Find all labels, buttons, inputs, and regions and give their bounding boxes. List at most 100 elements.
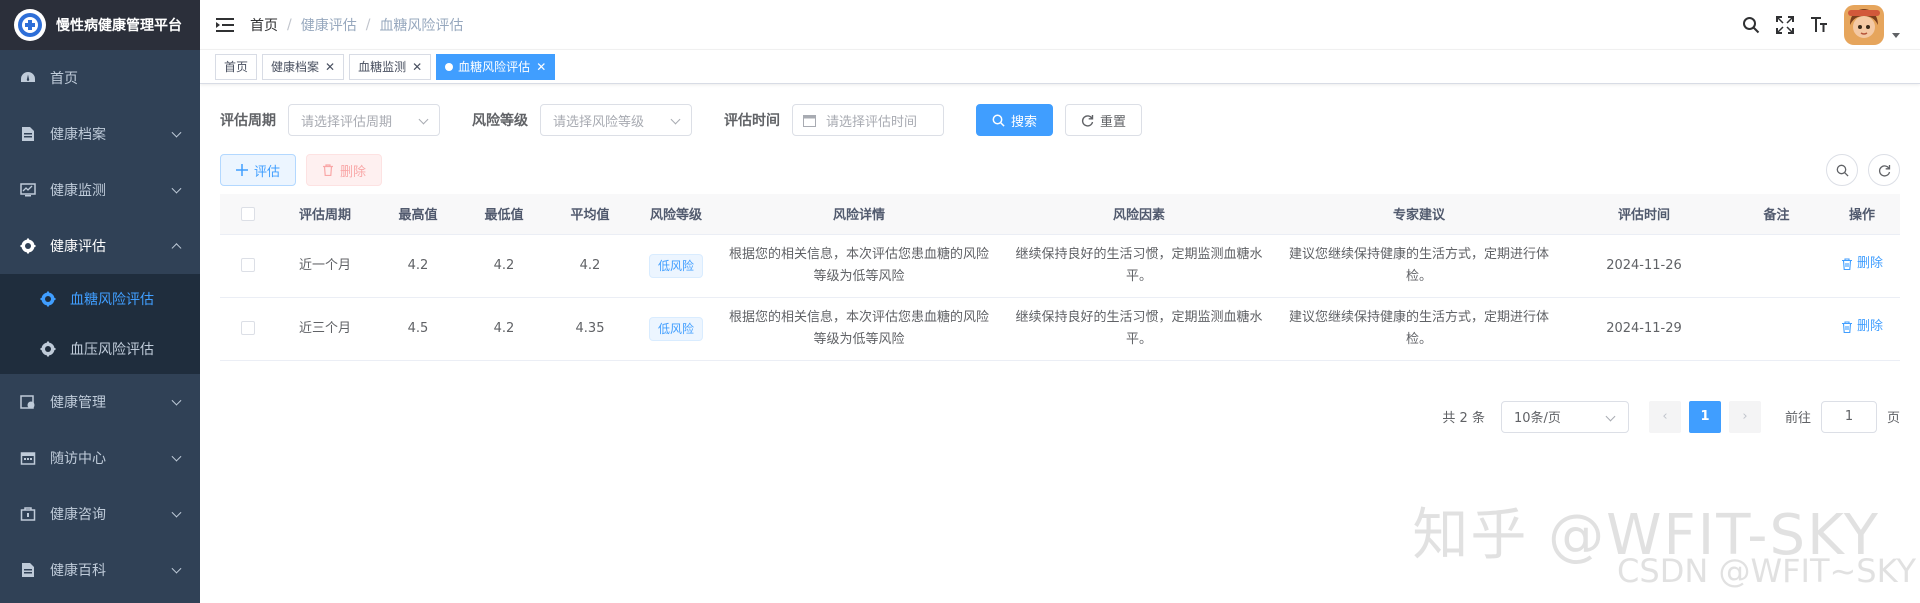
close-icon[interactable]: ✕: [536, 60, 546, 74]
close-icon[interactable]: ✕: [325, 60, 335, 74]
cell-advice: 建议您继续保持健康的生活方式，定期进行体检。: [1279, 234, 1559, 298]
page-size-select[interactable]: 10条/页: [1500, 400, 1629, 433]
trash-icon: [1841, 258, 1852, 270]
reset-button[interactable]: 重置: [1065, 104, 1143, 136]
fullscreen-icon[interactable]: [1768, 0, 1802, 50]
tag-home[interactable]: 首页: [215, 53, 258, 80]
sidebar-item-manage[interactable]: 健康管理: [0, 374, 200, 430]
column-header: 最低值: [461, 194, 547, 235]
assessment-icon: [40, 291, 56, 307]
search-icon: [992, 114, 1005, 127]
cell-period: 近三个月: [275, 297, 375, 361]
page-number-current[interactable]: 1: [1688, 400, 1721, 433]
goto-page-input[interactable]: 1: [1820, 400, 1877, 433]
refresh-button[interactable]: [1868, 154, 1900, 186]
period-select[interactable]: 请选择评估周期: [288, 104, 440, 136]
level-select[interactable]: 请选择风险等级: [540, 104, 692, 136]
table-header-row: 评估周期 最高值 最低值 平均值 风险等级 风险详情 风险因素 专家建议 评估时…: [220, 194, 1900, 235]
time-date-picker[interactable]: 请选择评估时间: [792, 104, 944, 136]
table-toolbar: 评估 删除: [220, 154, 1900, 186]
sidebar-item-assessment[interactable]: 健康评估: [0, 218, 200, 274]
prev-page-button[interactable]: ‹: [1648, 400, 1681, 433]
cell-min: 4.2: [461, 234, 547, 298]
column-header: 风险因素: [999, 194, 1279, 235]
chevron-down-icon: [171, 507, 182, 518]
search-button[interactable]: 搜索: [976, 104, 1054, 136]
pagination: 共 2 条 10条/页 ‹ 1 › 前往 1 页: [220, 400, 1900, 433]
assessment-icon: [20, 238, 36, 254]
caret-down-icon[interactable]: [1892, 32, 1900, 38]
avatar[interactable]: [1844, 5, 1884, 45]
watermark-csdn: CSDN @WFIT~SKY: [1617, 552, 1916, 590]
add-assessment-button[interactable]: 评估: [220, 154, 297, 186]
close-icon[interactable]: ✕: [412, 60, 422, 74]
hamburger-button[interactable]: [200, 0, 250, 50]
submenu-assessment: 血糖风险评估 血压风险评估: [0, 274, 200, 374]
navbar: 首页 / 健康评估 / 血糖风险评估: [200, 0, 1920, 50]
sidebar-item-label: 健康咨询: [50, 507, 106, 523]
breadcrumb-home[interactable]: 首页: [250, 15, 278, 35]
cell-remark: [1729, 234, 1824, 298]
sidebar-item-bp-risk[interactable]: 血压风险评估: [0, 324, 200, 374]
column-header: 风险详情: [719, 194, 999, 235]
chevron-down-icon: [418, 114, 429, 125]
tag-glucose-monitor[interactable]: 血糖监测 ✕: [349, 53, 432, 80]
active-dot-icon: [445, 62, 454, 71]
column-header: 风险等级: [633, 194, 719, 235]
cell-time: 2024-11-29: [1559, 297, 1729, 361]
column-header: 备注: [1729, 194, 1824, 235]
sidebar-item-monitor[interactable]: 健康监测: [0, 162, 200, 218]
period-label: 评估周期: [220, 113, 276, 129]
cell-min: 4.2: [461, 297, 547, 361]
batch-delete-button[interactable]: 删除: [306, 154, 383, 186]
search-icon[interactable]: [1734, 0, 1768, 50]
chevron-up-icon: [171, 243, 182, 254]
sidebar-logo[interactable]: 慢性病健康管理平台: [0, 0, 200, 50]
chevron-down-icon: [171, 451, 182, 462]
cell-factor: 继续保持良好的生活习惯，定期监测血糖水平。: [999, 234, 1279, 298]
logo-icon: [14, 9, 46, 41]
sidebar: 慢性病健康管理平台 首页 健康档案 健康监测 健康评估 血糖风险评估 血压风险评…: [0, 0, 200, 603]
sidebar-item-label: 健康监测: [50, 183, 106, 199]
cell-max: 4.5: [375, 297, 461, 361]
select-all-checkbox[interactable]: [220, 194, 275, 235]
font-size-icon[interactable]: [1802, 0, 1836, 50]
trash-icon: [322, 164, 334, 176]
consult-icon: [20, 506, 36, 522]
table-row: 近一个月 4.2 4.2 4.2 低风险 根据您的相关信息，本次评估您患血糖的风…: [220, 234, 1900, 298]
refresh-icon: [1878, 164, 1890, 177]
cell-avg: 4.35: [547, 297, 633, 361]
right-toolbar: [1816, 154, 1900, 186]
tag-glucose-risk[interactable]: 血糖风险评估 ✕: [436, 53, 556, 80]
cell-avg: 4.2: [547, 234, 633, 298]
app-title: 慢性病健康管理平台: [56, 18, 182, 34]
calendar-icon: [20, 450, 36, 466]
sidebar-item-followup[interactable]: 随访中心: [0, 430, 200, 486]
cell-time: 2024-11-26: [1559, 234, 1729, 298]
sidebar-item-consult[interactable]: 健康咨询: [0, 486, 200, 542]
sidebar-item-wiki[interactable]: 健康百科: [0, 542, 200, 598]
toggle-search-button[interactable]: [1826, 154, 1858, 186]
cell-level: 低风险: [633, 234, 719, 298]
trash-icon: [1841, 321, 1852, 333]
chevron-down-icon: [1605, 411, 1616, 421]
risk-level-badge: 低风险: [648, 253, 703, 278]
chevron-down-icon: [171, 395, 182, 406]
cell-detail: 根据您的相关信息，本次评估您患血糖的风险等级为低等风险: [719, 234, 999, 298]
cell-advice: 建议您继续保持健康的生活方式，定期进行体检。: [1279, 297, 1559, 361]
monitor-icon: [20, 182, 36, 198]
row-checkbox[interactable]: [220, 234, 275, 298]
row-delete-button[interactable]: 删除: [1841, 253, 1883, 275]
tag-records[interactable]: 健康档案 ✕: [262, 53, 345, 80]
sidebar-item-records[interactable]: 健康档案: [0, 106, 200, 162]
column-header: 评估周期: [275, 194, 375, 235]
cell-level: 低风险: [633, 297, 719, 361]
row-delete-button[interactable]: 删除: [1841, 316, 1883, 338]
sidebar-item-label: 随访中心: [50, 451, 106, 467]
column-header: 平均值: [547, 194, 633, 235]
sidebar-item-home[interactable]: 首页: [0, 50, 200, 106]
next-page-button[interactable]: ›: [1728, 400, 1761, 433]
row-checkbox[interactable]: [220, 297, 275, 361]
goto-page: 前往 1 页: [1785, 400, 1900, 433]
sidebar-item-glucose-risk[interactable]: 血糖风险评估: [0, 274, 200, 324]
